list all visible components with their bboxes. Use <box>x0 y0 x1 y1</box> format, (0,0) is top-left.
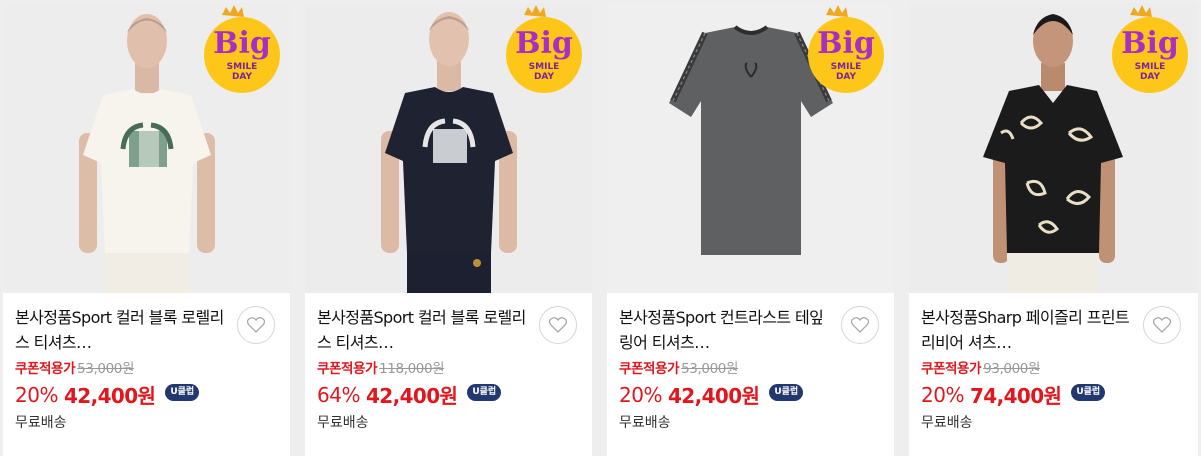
sale-price-row: 64% 42,400원 U클럽 <box>317 380 502 409</box>
svg-text:DAY: DAY <box>534 72 555 82</box>
discount-rate: 20% <box>619 382 662 407</box>
sale-price-row: 20% 42,400원 U클럽 <box>15 380 200 409</box>
big-smile-day-badge: Big SMILE DAY <box>204 5 280 93</box>
product-info: 본사정품Sport 컬러 블록 로렐리스 티셔츠… 쿠폰적용가 118,000원 … <box>305 293 592 456</box>
sale-price-row: 20% 42,400원 U클럽 <box>619 380 804 409</box>
coupon-price-row: 쿠폰적용가 53,000원 <box>15 360 134 378</box>
product-image[interactable]: Big SMILE DAY <box>305 3 592 293</box>
sale-price-row: 20% 74,400원 U클럽 <box>921 380 1106 409</box>
original-price: 93,000원 <box>983 361 1040 377</box>
svg-text:SMILE: SMILE <box>227 62 258 72</box>
product-card[interactable]: Big SMILE DAY 본사정품Sport 컬러 블록 로렐리스 티셔츠… … <box>305 3 592 456</box>
original-price: 53,000원 <box>77 361 134 377</box>
product-card[interactable]: Big SMILE DAY 본사정품Sport 컨트라스트 테잎 링어 티셔츠…… <box>607 3 894 456</box>
svg-text:SMILE: SMILE <box>529 62 560 72</box>
coupon-price-row: 쿠폰적용가 93,000원 <box>921 360 1040 378</box>
coupon-label: 쿠폰적용가 <box>619 361 680 377</box>
product-title[interactable]: 본사정품Sharp 페이즐리 프린트 리비어 셔츠… <box>921 305 1135 355</box>
svg-text:Big: Big <box>1121 26 1179 61</box>
product-info: 본사정품Sport 컨트라스트 테잎 링어 티셔츠… 쿠폰적용가 53,000원 … <box>607 293 894 456</box>
sale-price: 74,400원 <box>969 384 1062 408</box>
svg-text:SMILE: SMILE <box>1135 62 1166 72</box>
original-price: 118,000원 <box>379 361 445 377</box>
discount-rate: 20% <box>15 382 58 407</box>
shipping-info: 무료배송 <box>921 415 973 431</box>
product-info: 본사정품Sport 컬러 블록 로렐리스 티셔츠… 쿠폰적용가 53,000원 2… <box>3 293 290 456</box>
coupon-label: 쿠폰적용가 <box>921 361 982 377</box>
svg-text:Big: Big <box>817 26 875 61</box>
heart-icon <box>851 317 869 333</box>
wishlist-button[interactable] <box>237 306 275 344</box>
product-title[interactable]: 본사정품Sport 컨트라스트 테잎 링어 티셔츠… <box>619 305 833 355</box>
product-grid: Big SMILE DAY 본사정품Sport 컬러 블록 로렐리스 티셔츠… … <box>0 0 1201 456</box>
product-image[interactable]: Big SMILE DAY <box>3 3 290 293</box>
coupon-label: 쿠폰적용가 <box>15 361 76 377</box>
big-smile-day-badge: Big SMILE DAY <box>506 5 582 93</box>
shipping-info: 무료배송 <box>15 415 67 431</box>
sale-price: 42,400원 <box>63 384 156 408</box>
uclub-badge: U클럽 <box>769 384 804 401</box>
sale-price: 42,400원 <box>365 384 458 408</box>
original-price: 53,000원 <box>681 361 738 377</box>
product-image[interactable]: Big SMILE DAY <box>607 3 894 293</box>
product-info: 본사정품Sharp 페이즐리 프린트 리비어 셔츠… 쿠폰적용가 93,000원 … <box>909 293 1198 456</box>
heart-icon <box>549 317 567 333</box>
discount-rate: 20% <box>921 382 964 407</box>
svg-text:SMILE: SMILE <box>831 62 862 72</box>
wishlist-button[interactable] <box>841 306 879 344</box>
discount-rate: 64% <box>317 382 360 407</box>
coupon-price-row: 쿠폰적용가 118,000원 <box>317 360 445 378</box>
sale-price: 42,400원 <box>667 384 760 408</box>
uclub-badge: U클럽 <box>467 384 502 401</box>
uclub-badge: U클럽 <box>1071 384 1106 401</box>
product-card[interactable]: Big SMILE DAY 본사정품Sport 컬러 블록 로렐리스 티셔츠… … <box>3 3 290 456</box>
big-smile-day-badge: Big SMILE DAY <box>808 5 884 93</box>
svg-text:DAY: DAY <box>1140 72 1161 82</box>
svg-text:DAY: DAY <box>232 72 253 82</box>
wishlist-button[interactable] <box>1143 306 1181 344</box>
svg-text:Big: Big <box>213 26 271 61</box>
heart-icon <box>1153 317 1171 333</box>
coupon-price-row: 쿠폰적용가 53,000원 <box>619 360 738 378</box>
svg-text:DAY: DAY <box>836 72 857 82</box>
big-smile-day-badge: Big SMILE DAY <box>1112 5 1188 93</box>
product-title[interactable]: 본사정품Sport 컬러 블록 로렐리스 티셔츠… <box>317 305 531 355</box>
heart-icon <box>247 317 265 333</box>
coupon-label: 쿠폰적용가 <box>317 361 378 377</box>
shipping-info: 무료배송 <box>619 415 671 431</box>
uclub-badge: U클럽 <box>165 384 200 401</box>
svg-text:Big: Big <box>515 26 573 61</box>
product-title[interactable]: 본사정품Sport 컬러 블록 로렐리스 티셔츠… <box>15 305 229 355</box>
product-image[interactable]: Big SMILE DAY <box>909 3 1198 293</box>
wishlist-button[interactable] <box>539 306 577 344</box>
product-card[interactable]: Big SMILE DAY 본사정품Sharp 페이즐리 프린트 리비어 셔츠…… <box>909 3 1198 456</box>
shipping-info: 무료배송 <box>317 415 369 431</box>
